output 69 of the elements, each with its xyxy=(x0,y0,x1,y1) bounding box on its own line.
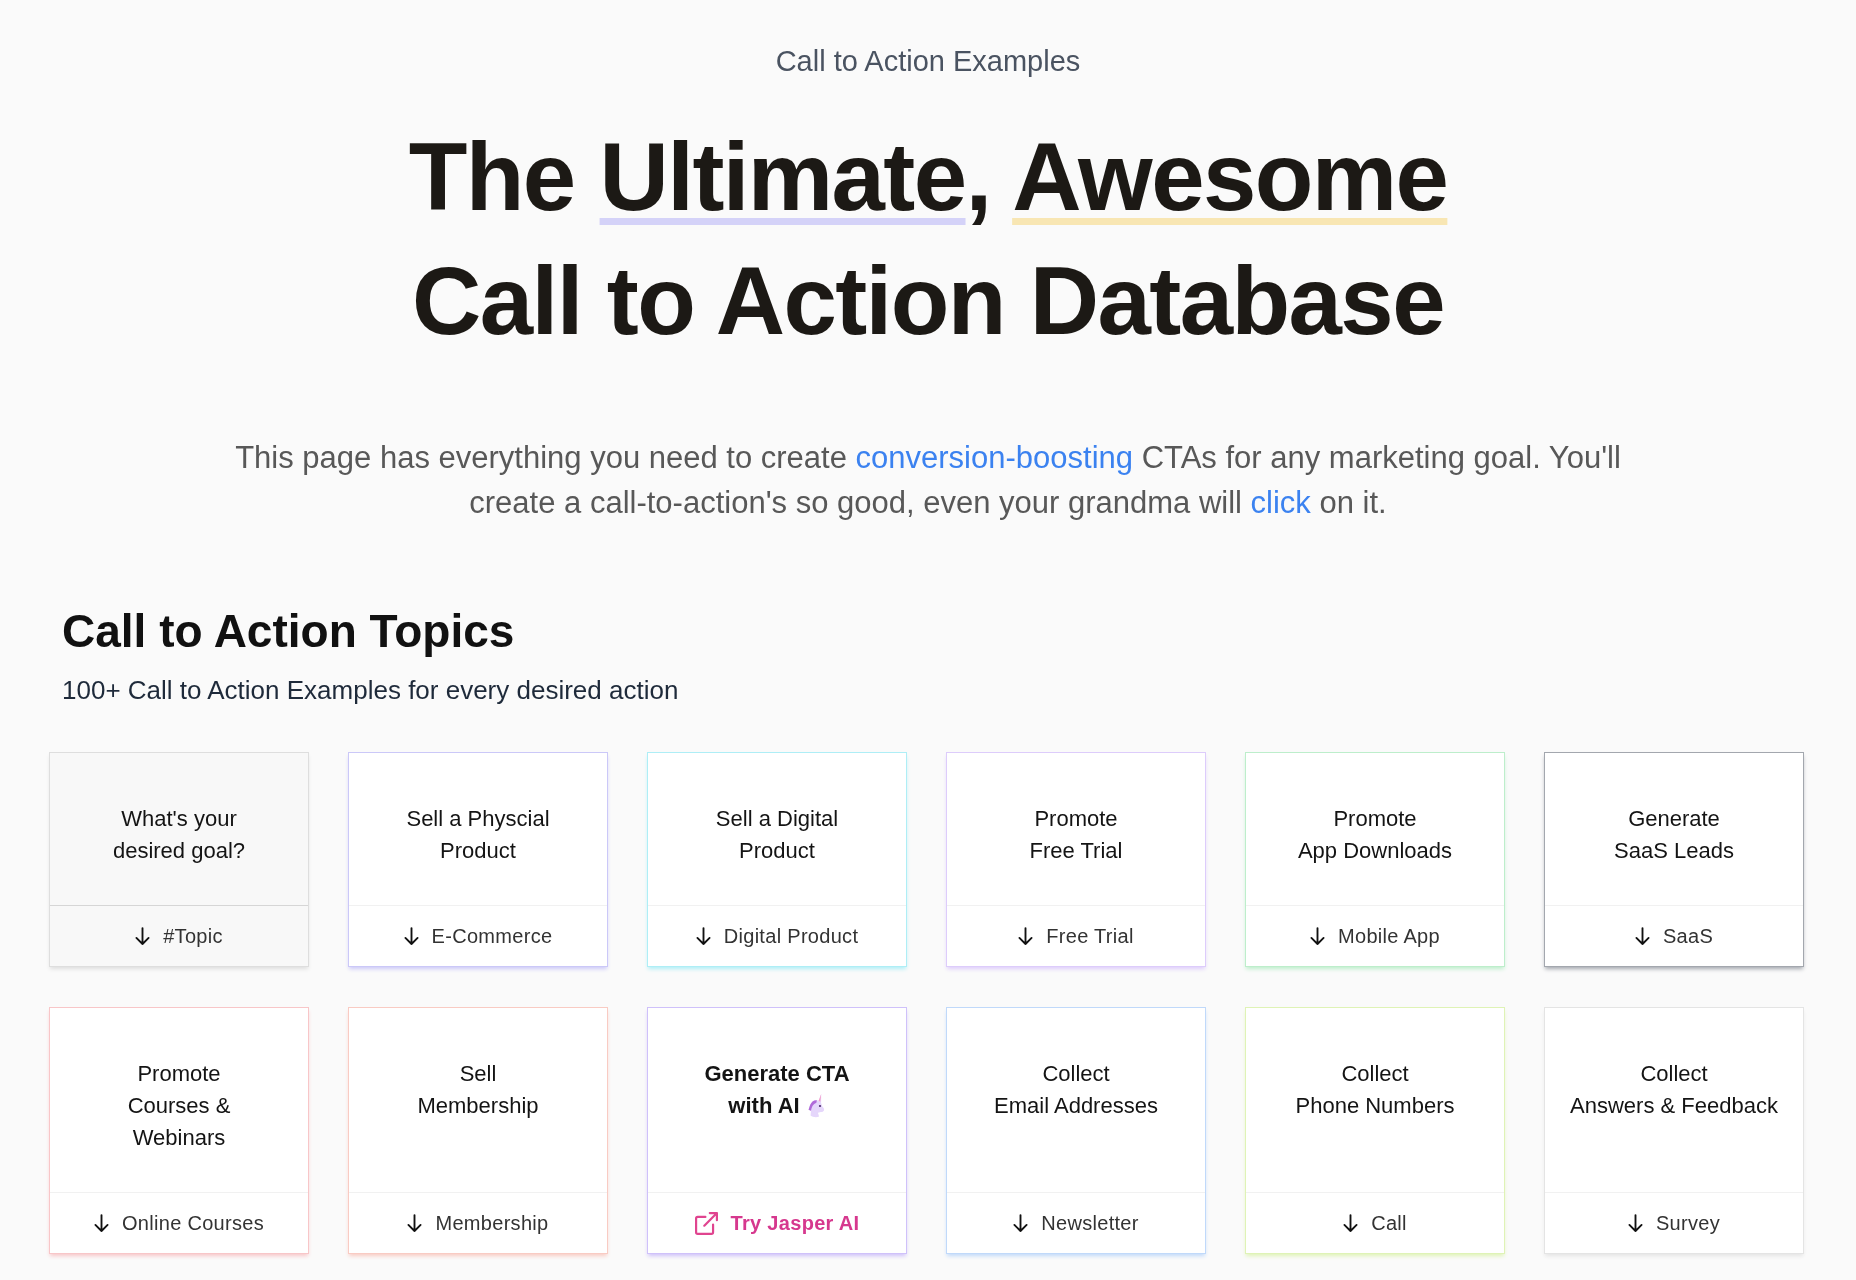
topic-card[interactable]: Generate CTA with AI Try Jasper AI xyxy=(647,1007,907,1254)
card-title-line: Webinars xyxy=(132,1124,226,1152)
card-title-line: Promote xyxy=(1333,805,1417,833)
arrow-down-icon xyxy=(135,926,151,946)
card-title-line: Answers & Feedback xyxy=(1570,1092,1778,1120)
card-title-line: Product xyxy=(440,837,516,865)
topic-card[interactable]: Promote Courses & Webinars Online Courses xyxy=(49,1007,309,1254)
card-title-line: SaaS Leads xyxy=(1614,837,1734,865)
arrow-down-icon xyxy=(1018,926,1034,946)
section-subtitle: 100+ Call to Action Examples for every desired action xyxy=(62,674,680,707)
topic-link[interactable]: Membership xyxy=(349,1192,607,1253)
topic-link[interactable]: Digital Product xyxy=(648,905,906,966)
card-title-line: desired goal? xyxy=(112,837,246,865)
page-eyebrow: Call to Action Examples xyxy=(774,44,1082,79)
card-title-line: What's your xyxy=(121,805,237,833)
card-title-line: Email Addresses xyxy=(994,1092,1158,1120)
card-title-line: Generate CTA xyxy=(704,1060,850,1088)
topic-link[interactable]: Call xyxy=(1246,1192,1504,1253)
card-title-line: Collect xyxy=(1640,1060,1708,1088)
topic-card[interactable]: Sell Membership Membership xyxy=(348,1007,608,1254)
topic-card[interactable]: Promote App Downloads Mobile App xyxy=(1245,752,1505,967)
arrow-down-icon xyxy=(1013,1213,1029,1233)
card-title-line: Collect xyxy=(1042,1060,1110,1088)
topic-link[interactable]: Newsletter xyxy=(947,1192,1205,1253)
topic-link[interactable]: Online Courses xyxy=(50,1192,308,1253)
topic-link[interactable]: Survey xyxy=(1545,1192,1803,1253)
topic-card[interactable]: Collect Email Addresses Newsletter xyxy=(946,1007,1206,1254)
card-title-line: Membership xyxy=(417,1092,539,1120)
topic-link[interactable]: SaaS xyxy=(1545,905,1803,966)
text-link[interactable]: conversion-boosting xyxy=(855,440,1133,475)
external-link-icon xyxy=(694,1211,718,1235)
topic-card[interactable]: Promote Free Trial Free Trial xyxy=(946,752,1206,967)
card-title-line: App Downloads xyxy=(1297,837,1453,865)
intro-text: This page has everything you need to create conversion-boosting CTAs for any marketing goal. You'll create a call-to-action's so good, even your grandma will click on it. xyxy=(234,439,1622,522)
topic-card[interactable]: Sell a Physcial Product E-Commerce xyxy=(348,752,608,967)
topic-card[interactable]: Collect Phone Numbers Call xyxy=(1245,1007,1505,1254)
topic-link[interactable]: E-Commerce xyxy=(349,905,607,966)
topic-label: #Topic xyxy=(50,905,308,966)
card-title-line: Free Trial xyxy=(1029,837,1123,865)
arrow-down-icon xyxy=(1310,926,1325,946)
arrow-down-icon xyxy=(1634,926,1650,946)
topic-card[interactable]: Collect Answers & Feedback Survey xyxy=(1544,1007,1804,1254)
arrow-down-icon xyxy=(1627,1213,1643,1233)
arrow-down-icon xyxy=(407,1213,423,1233)
topic-card[interactable]: Sell a Digital Product Digital Product xyxy=(647,752,907,967)
card-title-line: Collect xyxy=(1341,1060,1409,1088)
arrow-down-icon xyxy=(695,926,711,946)
card-title-line: Generate xyxy=(1628,805,1720,833)
card-title-line: Sell a Physcial xyxy=(406,805,550,833)
unicorn-icon xyxy=(806,1094,826,1118)
topic-link[interactable]: Mobile App xyxy=(1246,905,1504,966)
card-title-line: Phone Numbers xyxy=(1295,1092,1455,1120)
arrow-down-icon xyxy=(1343,1213,1359,1233)
card-title-line: with AI xyxy=(728,1092,800,1120)
card-title-line: Courses & xyxy=(127,1092,231,1120)
topic-card[interactable]: What's your desired goal? #Topic xyxy=(49,752,309,967)
arrow-down-icon xyxy=(403,926,419,946)
card-title-line: Promote xyxy=(1034,805,1118,833)
section-heading: Call to Action Topics xyxy=(62,604,516,659)
topic-link[interactable]: Free Trial xyxy=(947,905,1205,966)
card-title-line: Product xyxy=(739,837,815,865)
text-link[interactable]: click xyxy=(1250,485,1311,520)
card-title-line: Sell xyxy=(459,1060,497,1088)
arrow-down-icon xyxy=(93,1213,109,1233)
external-link[interactable]: Try Jasper AI xyxy=(648,1192,906,1253)
card-title-line: Sell a Digital xyxy=(715,805,839,833)
topic-card[interactable]: Generate SaaS Leads SaaS xyxy=(1544,752,1804,967)
page-title: The Ultimate, Awesome Call to Action Database xyxy=(407,122,1449,356)
card-title-line: Promote xyxy=(137,1060,221,1088)
